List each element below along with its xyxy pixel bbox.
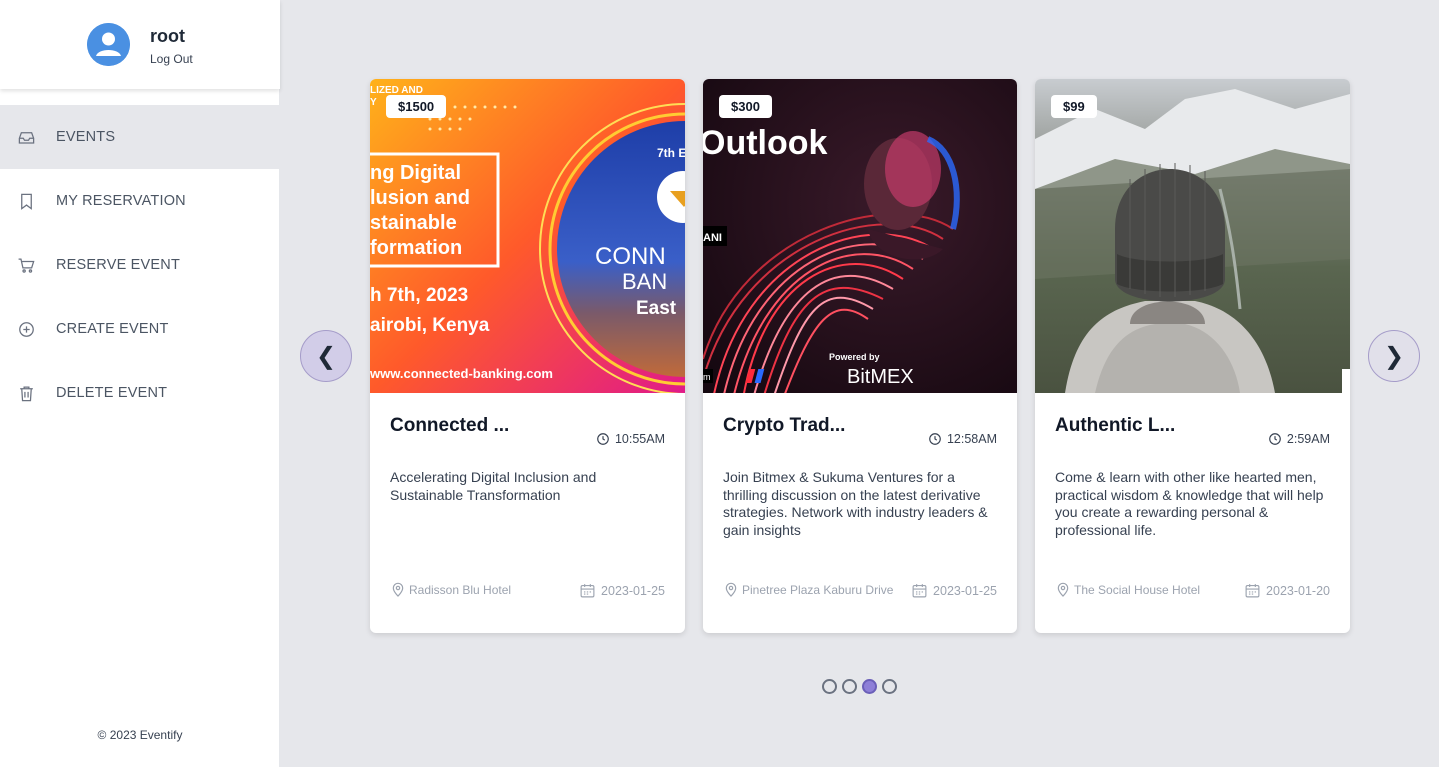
event-time: 10:55AM — [596, 432, 665, 446]
image-date-text: h 7th, 2023 — [370, 285, 468, 306]
event-description: Come & learn with other like hearted men… — [1055, 469, 1324, 538]
sidebar-item-label: EVENTS — [56, 129, 116, 145]
image-tag: ANI — [703, 232, 722, 244]
event-date: 2023-01-20 — [1244, 582, 1330, 599]
calendar-icon — [912, 584, 927, 598]
event-location-value: Radisson Blu Hotel — [409, 583, 512, 597]
image-headline-2: lusion and — [370, 187, 470, 209]
sidebar-nav: EVENTS MY RESERVATION RESERVE EVENT CREA… — [0, 105, 280, 425]
pagination-dot-1[interactable] — [822, 679, 837, 694]
clock-icon — [929, 433, 941, 445]
sidebar-item-my-reservation[interactable]: MY RESERVATION — [0, 169, 280, 233]
location-pin-icon — [1057, 582, 1069, 597]
image-headline-3: stainable — [370, 212, 457, 234]
price-badge: $1500 — [386, 95, 447, 118]
event-location-value: Pinetree Plaza Kaburu Drive — [742, 583, 894, 597]
pagination-dot-3[interactable] — [862, 679, 877, 694]
location-pin-icon — [392, 582, 404, 597]
image-headline-1: ng Digital — [370, 162, 461, 184]
inbox-icon — [16, 127, 36, 147]
image-headline: Outlook — [703, 124, 828, 162]
calendar-icon — [580, 584, 595, 598]
location-pin-icon — [725, 582, 737, 597]
sidebar-item-label: MY RESERVATION — [56, 193, 186, 209]
event-description: Accelerating Digital Inclusion and Susta… — [390, 469, 597, 503]
image-brand-text-3: East — [636, 298, 677, 319]
event-title: Authentic L... — [1055, 415, 1176, 436]
plus-circle-icon — [16, 319, 36, 339]
sidebar: root Log Out EVENTS MY RESERVATION RESER… — [0, 0, 280, 767]
image-city-text: airobi, Kenya — [370, 315, 490, 336]
clock-icon — [1269, 433, 1281, 445]
event-description: Join Bitmex & Sukuma Ventures for a thri… — [723, 469, 988, 538]
bookmark-icon — [16, 191, 36, 211]
event-image: Outlook ANI Powered by BitMEX m $300 — [703, 79, 1017, 393]
sidebar-item-create-event[interactable]: CREATE EVENT — [0, 297, 280, 361]
event-date-value: 2023-01-25 — [933, 583, 997, 598]
event-location-value: The Social House Hotel — [1074, 583, 1201, 597]
event-card[interactable]: LIZED AND Y ng Digital lusion and staina… — [370, 79, 685, 633]
sidebar-item-reserve-event[interactable]: RESERVE EVENT — [0, 233, 280, 297]
image-headline-4: formation — [370, 237, 462, 259]
event-title: Crypto Trad... — [723, 415, 846, 436]
cart-icon — [16, 255, 36, 275]
trash-icon — [16, 383, 36, 403]
price-badge: $99 — [1051, 95, 1097, 118]
user-profile: root Log Out — [0, 0, 280, 89]
clock-icon — [597, 433, 609, 445]
event-card[interactable]: $99 Authentic L... 2:59AM Come & learn w… — [1035, 79, 1350, 633]
event-card[interactable]: Outlook ANI Powered by BitMEX m $300 Cry… — [703, 79, 1017, 633]
image-corner-text: m — [703, 372, 711, 382]
sidebar-item-label: DELETE EVENT — [56, 385, 168, 401]
event-location: The Social House Hotel — [1055, 582, 1200, 598]
image-brand-text-2: BAN — [622, 269, 667, 294]
logout-link[interactable]: Log Out — [150, 52, 193, 66]
image-url-text: www.connected-banking.com — [370, 366, 553, 381]
sidebar-item-events[interactable]: EVENTS — [0, 105, 280, 169]
sidebar-item-label: RESERVE EVENT — [56, 257, 181, 273]
sidebar-item-label: CREATE EVENT — [56, 321, 169, 337]
event-date: 2023-01-25 — [579, 582, 665, 599]
carousel-pagination — [822, 679, 897, 694]
event-date: 2023-01-25 — [911, 582, 997, 599]
sidebar-item-delete-event[interactable]: DELETE EVENT — [0, 361, 280, 425]
event-time: 2:59AM — [1268, 432, 1330, 446]
pagination-dot-2[interactable] — [842, 679, 857, 694]
event-location: Pinetree Plaza Kaburu Drive — [723, 582, 893, 598]
event-time-value: 2:59AM — [1286, 432, 1330, 446]
copyright-footer: © 2023 Eventify — [97, 728, 183, 742]
event-time: 12:58AM — [928, 432, 997, 446]
image-brand-text-1: CONN — [595, 243, 666, 270]
event-title: Connected ... — [390, 415, 510, 436]
image-powered-by: Powered by — [829, 352, 880, 362]
user-icon — [87, 23, 130, 66]
event-location: Radisson Blu Hotel — [390, 582, 511, 598]
image-edition-text: 7th E — [657, 146, 685, 160]
event-date-value: 2023-01-25 — [601, 583, 665, 598]
pagination-dot-4[interactable] — [882, 679, 897, 694]
event-image: $99 — [1035, 79, 1350, 393]
carousel-prev-button[interactable]: ❮ — [300, 330, 352, 382]
username: root — [150, 26, 185, 46]
event-image: LIZED AND Y ng Digital lusion and staina… — [370, 79, 685, 393]
price-badge: $300 — [719, 95, 772, 118]
calendar-icon — [1245, 584, 1260, 598]
image-corner-text-2: Y — [370, 97, 377, 108]
event-date-value: 2023-01-20 — [1266, 583, 1330, 598]
avatar[interactable] — [87, 23, 130, 66]
event-time-value: 12:58AM — [946, 432, 997, 446]
image-brand: BitMEX — [847, 366, 914, 388]
event-time-value: 10:55AM — [614, 432, 665, 446]
carousel-next-button[interactable]: ❯ — [1368, 330, 1420, 382]
